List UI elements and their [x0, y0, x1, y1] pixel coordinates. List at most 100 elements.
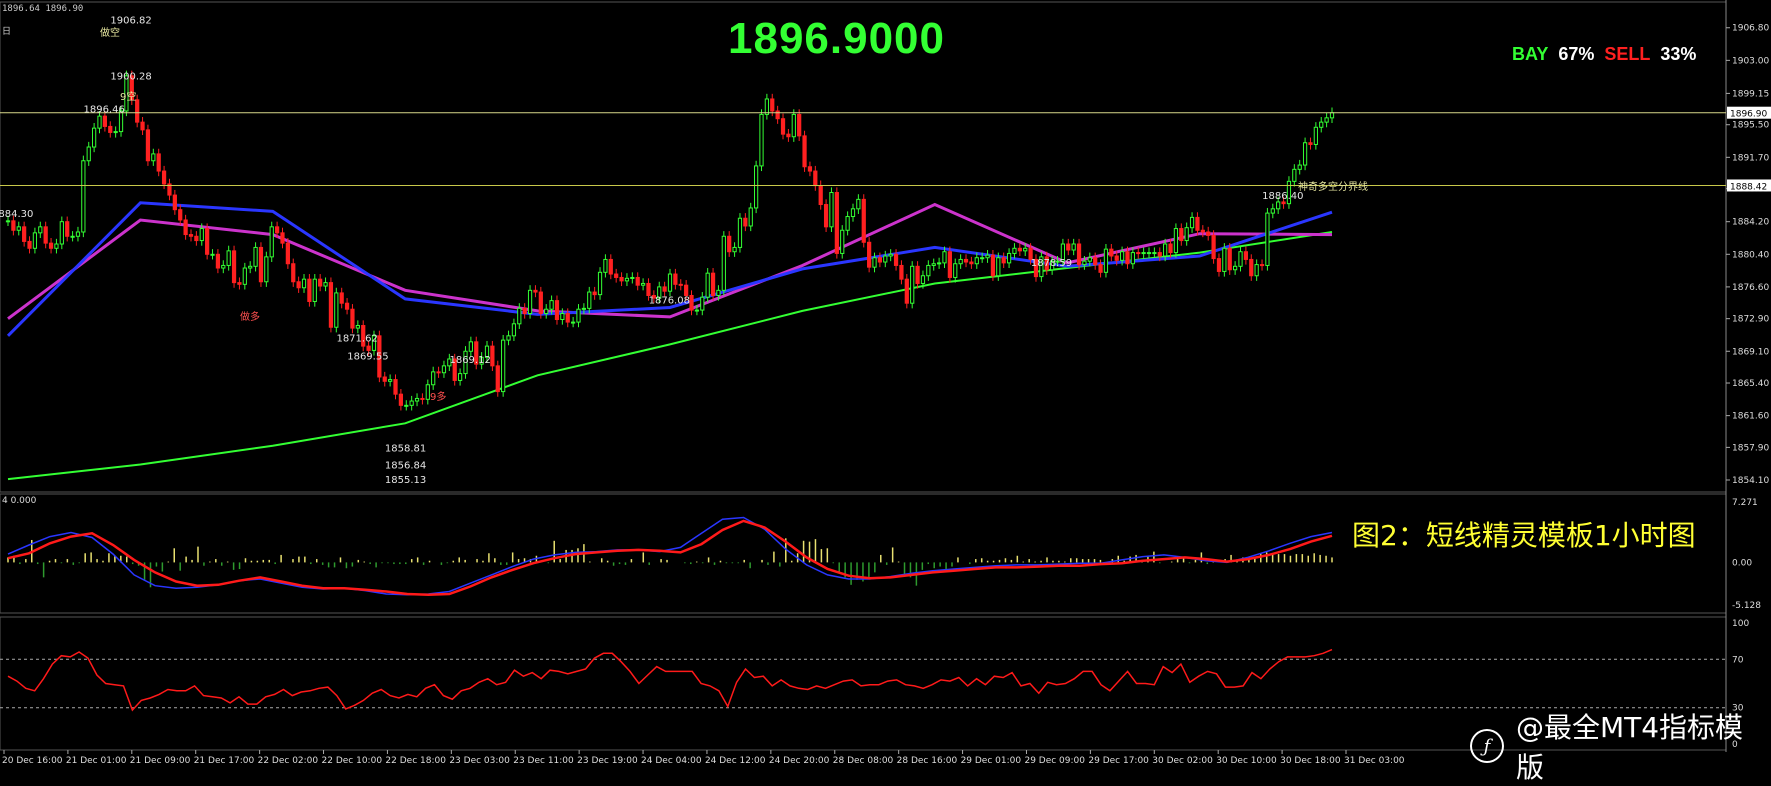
candle [398, 393, 404, 406]
candle [280, 232, 285, 244]
candle [1006, 252, 1012, 264]
y-tick-label: 1884.20 [1732, 218, 1769, 228]
swing-price-label: 1858.81 [385, 444, 426, 455]
candle [1168, 243, 1173, 254]
candle [1184, 227, 1189, 242]
candle [996, 257, 1001, 277]
y-tick-label: 1861.60 [1732, 412, 1769, 422]
buy-sell-ratio: BAY 67% SELL 33% [1512, 44, 1706, 65]
candle [318, 278, 323, 287]
candle [269, 226, 274, 258]
price-tag-label: 1888.42 [1730, 182, 1767, 192]
watermark-logo-icon: ƒ [1470, 729, 1504, 763]
candle [81, 160, 86, 233]
candle [603, 258, 608, 273]
candle [1103, 248, 1109, 273]
candle [791, 113, 796, 138]
candle [404, 404, 409, 407]
rsi-line [7, 648, 1333, 712]
candle [571, 321, 576, 324]
candle [689, 294, 694, 311]
candle [1324, 117, 1329, 123]
candle [737, 217, 743, 248]
candle [710, 272, 716, 296]
candle [813, 170, 818, 187]
candle [753, 165, 759, 209]
zone-label: 9多 [430, 390, 446, 403]
candle [1216, 258, 1222, 272]
candle [205, 228, 210, 255]
candle [1206, 231, 1211, 236]
candle [823, 204, 829, 228]
candle [1066, 243, 1071, 251]
candle [70, 235, 75, 238]
candle [194, 235, 199, 242]
candle [646, 282, 651, 296]
candle [527, 289, 533, 315]
candle [936, 262, 942, 265]
candle [188, 234, 194, 237]
candle [920, 275, 926, 284]
candle [926, 264, 931, 277]
zone-label: 神奇多空分界线 [1298, 180, 1368, 193]
candle [845, 216, 850, 231]
candle [490, 345, 495, 367]
candle [226, 250, 231, 266]
candle [888, 253, 893, 257]
watermark-text: @最全MT4指标模版 [1515, 711, 1744, 784]
candle [414, 397, 420, 402]
candle [215, 253, 221, 269]
candle [231, 250, 237, 284]
candle [1329, 112, 1335, 119]
candle [780, 118, 786, 135]
x-tick-label: 23 Dec 19:00 [577, 756, 638, 766]
candle [1270, 208, 1275, 214]
candle [344, 302, 350, 310]
candle [172, 194, 177, 211]
candle [334, 292, 339, 328]
candle [899, 264, 904, 280]
candle [840, 229, 845, 254]
candle [883, 255, 888, 263]
x-tick-label: 24 Dec 20:00 [769, 756, 830, 766]
candle [1265, 212, 1270, 266]
candle [1141, 252, 1146, 255]
y-tick-label: 1854.10 [1732, 476, 1769, 486]
candle [716, 289, 721, 296]
candle [592, 291, 597, 296]
candle [1249, 258, 1254, 277]
candle [274, 226, 280, 234]
y-tick-label: 1906.80 [1732, 24, 1769, 34]
candle [16, 226, 21, 231]
candle [501, 339, 506, 393]
candle [700, 296, 705, 311]
candle [829, 192, 834, 228]
candle [140, 121, 145, 131]
candle [1119, 251, 1125, 261]
candle [1195, 216, 1200, 231]
candle [910, 265, 915, 304]
candle [22, 226, 27, 242]
candle [161, 170, 167, 185]
candle [1238, 251, 1243, 267]
candle [113, 131, 118, 134]
x-tick-label: 24 Dec 12:00 [705, 756, 766, 766]
candle [91, 127, 97, 148]
swing-price-label: 1896.46 [83, 104, 124, 115]
sell-label: SELL [1604, 44, 1651, 64]
y-tick-label: 1872.90 [1732, 315, 1769, 325]
rsi-panel-frame [0, 616, 1727, 751]
swing-price-label: 1869.12 [449, 355, 490, 366]
figure-caption: 图2：短线精灵模板1小时图 [1352, 519, 1696, 552]
candle [985, 254, 990, 259]
candle [1136, 252, 1141, 255]
candle [312, 278, 317, 302]
sell-percent: 33% [1660, 44, 1697, 64]
candle [355, 325, 360, 329]
candle [183, 219, 188, 236]
candle [635, 276, 640, 286]
candle [1313, 126, 1318, 145]
swing-price-label: 1906.82 [110, 16, 151, 27]
candle [1130, 252, 1135, 265]
candle [1200, 229, 1205, 233]
